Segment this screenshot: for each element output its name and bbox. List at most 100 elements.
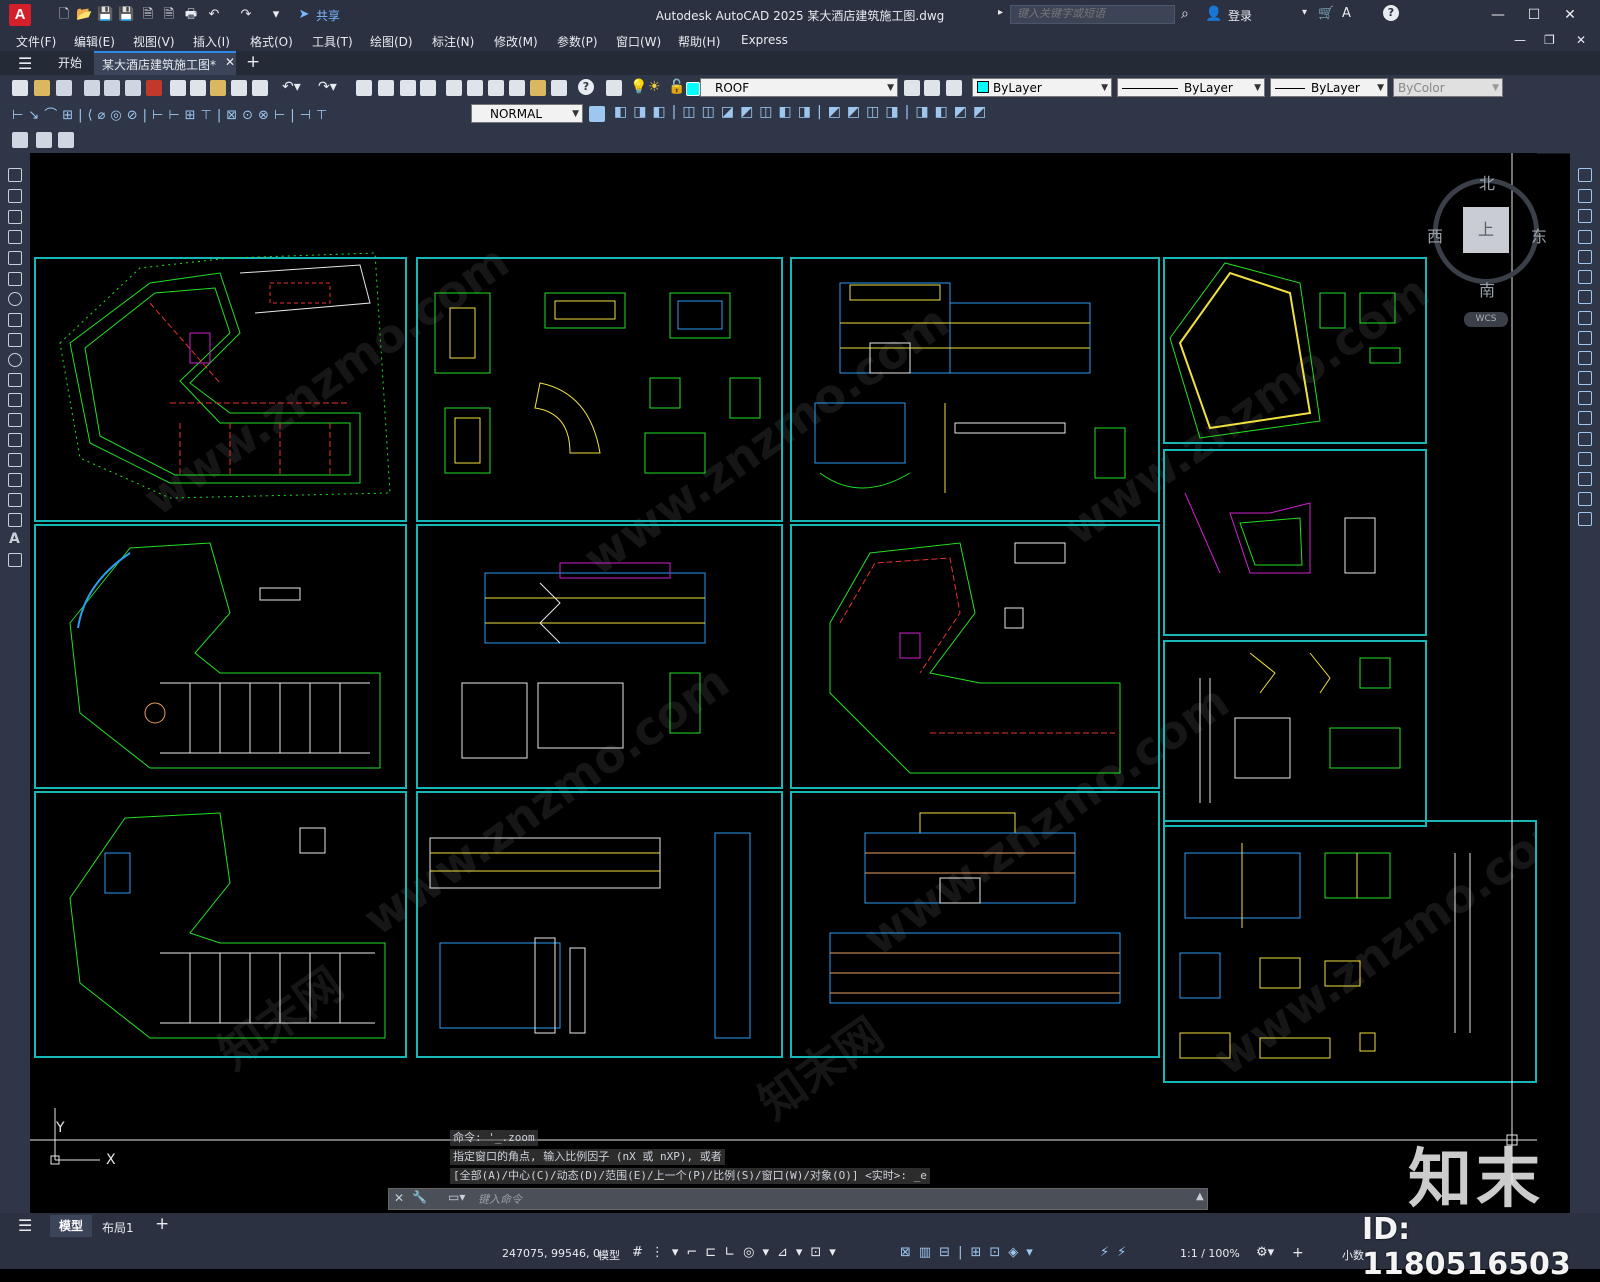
search-input[interactable] [1010,5,1175,24]
menu-help[interactable]: 帮助(H) [678,33,720,50]
layer-previous-icon[interactable] [924,80,940,96]
doc-close-button[interactable]: ✕ [1576,33,1586,47]
stretch-icon[interactable] [1578,331,1592,345]
mirror-icon[interactable] [1578,209,1592,223]
quickcalc-icon[interactable] [551,80,567,96]
chamfer-icon[interactable] [1578,452,1592,466]
save-icon[interactable]: 💾 [97,7,113,23]
make-block-icon[interactable] [8,413,22,427]
design-center-icon[interactable] [467,80,483,96]
login-dropdown-icon[interactable]: ▾ [1302,7,1307,18]
multiline-text-icon[interactable]: A [9,531,20,547]
cart-icon[interactable]: 🛒 [1318,6,1334,21]
tab-close-icon[interactable]: ✕ [225,55,235,69]
layer-lock-icon[interactable]: 🔓 [668,79,685,95]
hamburger-icon[interactable]: ☰ [18,54,32,73]
tab-document[interactable]: 某大酒店建筑施工图* [94,51,236,75]
3d-print-icon[interactable] [146,80,162,96]
offset-icon[interactable] [1578,230,1592,244]
polyline-icon[interactable] [8,210,22,224]
erase-icon[interactable] [1578,168,1592,182]
export-icon[interactable] [58,132,74,148]
scale-icon[interactable] [1578,311,1592,325]
close-button[interactable]: ✕ [1552,4,1588,26]
help-icon[interactable]: ? [1383,5,1399,21]
units-display[interactable]: 小数 [1342,1247,1364,1263]
paste-icon[interactable] [210,80,226,96]
menu-draw[interactable]: 绘图(D) [370,33,413,50]
properties-icon[interactable] [446,80,462,96]
tab-layout1[interactable]: 布局1 [102,1219,134,1236]
match-properties-icon[interactable] [231,80,247,96]
tab-start[interactable]: 开始 [50,51,90,75]
textstyle-dropdown[interactable]: NORMAL ▼ [471,104,583,123]
doc-restore-button[interactable]: ❐ [1544,33,1555,47]
arc-icon[interactable] [8,272,22,286]
publish-dwf-icon[interactable] [12,132,28,148]
command-customize-icon[interactable]: 🔧 [412,1190,427,1204]
zoom-previous-icon[interactable] [420,80,436,96]
compass-east[interactable]: 东 [1531,223,1547,247]
plot-preview-icon[interactable] [104,80,120,96]
markup-icon[interactable] [530,80,546,96]
undo-icon[interactable]: ↶▾ [282,79,301,95]
search-expand-icon[interactable]: ▸ [998,7,1003,18]
revcloud-icon[interactable] [8,313,22,327]
annotation-scale[interactable]: 1:1 / 100% [1180,1247,1240,1260]
help-icon[interactable]: ? [578,79,594,95]
share-icon[interactable]: ➤ [296,7,312,23]
menu-dimension[interactable]: 标注(N) [432,33,474,50]
open-icon[interactable] [34,80,50,96]
add-selected-icon[interactable] [8,553,22,567]
menu-edit[interactable]: 编辑(E) [74,33,115,50]
point-icon[interactable] [8,433,22,447]
share-button[interactable]: 共享 [316,7,340,24]
zoom-realtime-icon[interactable] [378,80,394,96]
undo-icon[interactable]: ↶ [206,7,222,23]
menu-file[interactable]: 文件(F) [16,33,56,50]
fillet-icon[interactable] [1578,472,1592,486]
layer-dropdown[interactable]: ROOF ▼ [700,78,898,97]
command-close-icon[interactable]: ✕ [394,1191,404,1205]
layout-menu-icon[interactable]: ☰ [18,1216,32,1235]
color-dropdown[interactable]: ByLayer ▼ [972,78,1112,97]
array-icon[interactable] [1578,250,1592,264]
circle-icon[interactable] [8,292,22,306]
modify-tools-icon[interactable]: ◧◨◧|◫◫◪◩◫◧◨|◩◩◫◨|◨◧◩◩ [614,104,992,120]
line-icon[interactable] [8,168,22,182]
spline-icon[interactable] [8,333,22,347]
maximize-button[interactable]: ☐ [1516,4,1552,26]
menu-tools[interactable]: 工具(T) [312,33,353,50]
blend-curves-icon[interactable] [1578,492,1592,506]
cut-icon[interactable] [170,80,186,96]
drawing-canvas[interactable]: www.znzmo.com www.znzmo.com www.znzmo.co… [30,153,1537,1213]
zoom-window-icon[interactable] [400,80,416,96]
app-menu-button[interactable]: A [9,4,31,26]
layer-on-icon[interactable]: 💡 [630,79,647,95]
doc-minimize-button[interactable]: — [1514,33,1526,47]
plot-icon[interactable]: 🖶 [183,7,199,23]
publish-icon[interactable]: 🗎 [140,7,156,23]
customize-qat-icon[interactable]: ▾ [268,7,284,23]
layer-properties-icon[interactable] [606,80,622,96]
annotation-toggles-icon[interactable]: ⚡⚡ [1100,1245,1134,1260]
search-icon[interactable]: ⌕ [1181,6,1189,22]
minimize-button[interactable]: — [1480,4,1516,26]
copy-icon[interactable] [190,80,206,96]
publish-icon[interactable] [125,80,141,96]
trim-icon[interactable] [1578,351,1592,365]
plot-icon[interactable] [84,80,100,96]
redo-icon[interactable]: ↷ [238,7,254,23]
add-layout-button[interactable]: + [155,1214,169,1234]
plus-icon[interactable]: + [1292,1245,1304,1261]
new-tab-button[interactable]: + [246,52,260,72]
linetype-dropdown[interactable]: ByLayer ▼ [1117,78,1265,97]
extend-icon[interactable] [1578,371,1592,385]
settings-icon[interactable]: ⚙▾ [1256,1245,1274,1260]
menu-express[interactable]: Express [741,33,788,47]
ellipse-icon[interactable] [8,353,22,367]
explode-icon[interactable] [1578,512,1592,526]
rectangle-icon[interactable] [8,251,22,265]
layer-states-icon[interactable] [946,80,962,96]
lineweight-dropdown[interactable]: ByLayer ▼ [1270,78,1388,97]
